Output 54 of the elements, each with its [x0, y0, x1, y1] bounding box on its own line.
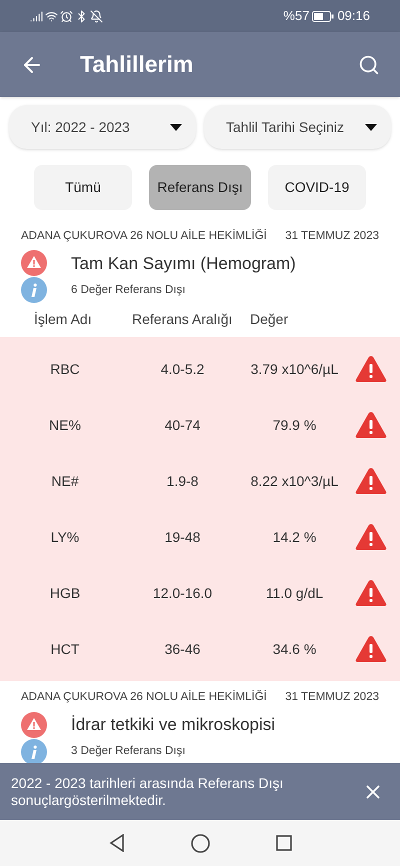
battery-percent: %57 [283, 7, 310, 26]
table-cell-text: 1.9-8 [166, 472, 200, 491]
table-cell-text: 11.0 g/dL [264, 584, 324, 603]
table-cell-text: 12.0-16.0 [152, 584, 214, 603]
dropdown-caret-icon [170, 124, 182, 130]
wifi-icon [45, 10, 58, 22]
clock: 09:16 [337, 7, 370, 26]
table-cell-text: HCT [50, 640, 80, 659]
column-header: Değer [250, 310, 288, 330]
warning-icon [21, 250, 47, 276]
table-cell-text: 40-74 [164, 416, 202, 435]
dropdown[interactable]: Yıl: 2022 - 2023 [9, 105, 196, 149]
battery-icon [312, 10, 334, 22]
table-cell-text: NE% [48, 416, 82, 435]
clinic-name: ADANA ÇUKUROVA 26 NOLU AİLE HEKİMLİĞİ [21, 228, 267, 244]
column-header: Referans Aralığı [132, 310, 234, 330]
info-icon [21, 738, 47, 763]
out-of-range-count: 6 Değer Referans Dışı [71, 282, 186, 298]
bluetooth-icon [75, 10, 88, 22]
filter-tab[interactable]: COVID-19 [268, 165, 366, 210]
table-cell-text: 79.9 % [272, 416, 318, 435]
table-cell-text: 8.22 x10^3/µL [250, 472, 340, 491]
table-cell-text: NE# [50, 472, 80, 491]
column-header: İşlem Adı [34, 310, 93, 330]
table-cell-text: RBC [49, 360, 81, 379]
table-cell-text: 4.0-5.2 [160, 360, 206, 379]
table-cell-text: 36-46 [164, 640, 202, 659]
dropdown[interactable]: Tahlil Tarihi Seçiniz [204, 105, 391, 149]
table-cell-text: 3.79 x10^6/µL [250, 360, 340, 379]
dropdown-caret-icon [365, 124, 377, 130]
table-cell-text: HGB [48, 584, 82, 603]
filter-tab[interactable]: Referans Dışı [149, 165, 251, 210]
filter-tab[interactable]: Tümü [34, 165, 132, 210]
alarm-icon [60, 10, 73, 22]
out-of-range-count: 3 Değer Referans Dışı [71, 744, 186, 759]
info-icon [21, 277, 47, 304]
table-cell-text: 34.6 % [272, 640, 318, 659]
table-cell-text: 19-48 [164, 528, 202, 547]
bell-off-icon [90, 10, 103, 22]
test-title: Tam Kan Sayımı (Hemogram) [71, 252, 296, 274]
snackbar-message: 2022 - 2023 tarihleri arasında Referans Dışı sonuçlargösterilmektedir. [11, 774, 284, 808]
table-cell-text: 14.2 % [272, 528, 318, 547]
warning-icon [21, 712, 47, 738]
table-cell-text: LY% [50, 528, 80, 547]
home-nav-icon[interactable] [190, 834, 210, 852]
test-title: İdrar tetkiki ve mikroskopisi [71, 714, 276, 736]
test-date: 31 TEMMUZ 2023 [285, 690, 379, 706]
test-date: 31 TEMMUZ 2023 [285, 229, 379, 244]
page-title: Tahlillerim [80, 50, 194, 80]
recents-nav-icon[interactable] [276, 835, 292, 851]
back-nav-icon[interactable] [108, 834, 124, 852]
signal-icon [30, 10, 43, 22]
search-icon[interactable] [358, 54, 380, 76]
clinic-name: ADANA ÇUKUROVA 26 NOLU AİLE HEKİMLİĞİ [21, 689, 267, 706]
